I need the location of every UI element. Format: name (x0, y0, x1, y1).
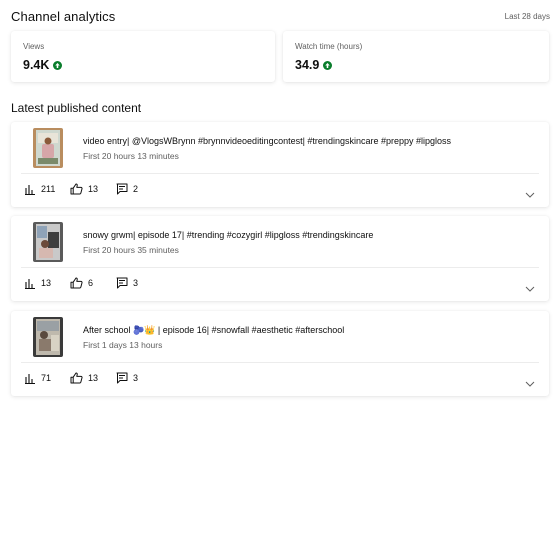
likes-metric: 13 (70, 372, 116, 384)
comment-icon (116, 183, 128, 195)
section-title: Latest published content (11, 101, 142, 115)
trend-up-icon (53, 60, 63, 70)
chevron-down-icon[interactable] (525, 279, 535, 297)
comments-metric: 3 (116, 372, 138, 384)
video-time-window: First 20 hours 13 minutes (83, 151, 179, 161)
views-value: 9.4K (23, 58, 50, 72)
video-title[interactable]: snowy grwm| episode 17| #trending #cozyg… (83, 230, 533, 241)
bar-chart-icon (25, 279, 35, 289)
likes-count: 13 (88, 373, 99, 383)
likes-count: 6 (88, 278, 94, 288)
likes-count: 13 (88, 184, 99, 194)
comments-metric: 2 (116, 183, 138, 195)
bar-chart-icon (25, 185, 35, 195)
video-title[interactable]: After school 🫐👑 | episode 16| #snowfall … (83, 325, 533, 336)
views-count: 211 (41, 184, 56, 194)
comments-count: 3 (133, 278, 139, 288)
comments-metric: 3 (116, 277, 138, 289)
video-thumbnail[interactable] (33, 317, 63, 357)
chevron-down-icon[interactable] (525, 185, 535, 203)
views-count: 13 (41, 278, 52, 288)
watch-time-label: Watch time (hours) (295, 42, 363, 51)
video-title[interactable]: video entry| @VlogsWBrynn #brynnvideoedi… (83, 136, 533, 147)
views-card[interactable]: Views 9.4K (11, 31, 275, 82)
video-time-window: First 1 days 13 hours (83, 340, 163, 350)
watch-time-value: 34.9 (295, 58, 320, 72)
views-metric: 13 (24, 277, 70, 289)
video-time-window: First 20 hours 35 minutes (83, 245, 179, 255)
trend-up-icon (323, 60, 333, 70)
views-metric: 71 (24, 372, 70, 384)
comments-count: 3 (133, 373, 139, 383)
comment-icon (116, 277, 128, 289)
views-label: Views (23, 42, 45, 51)
video-thumbnail[interactable] (33, 128, 63, 168)
divider (21, 173, 539, 174)
page-title: Channel analytics (11, 8, 116, 24)
bar-chart-icon (25, 374, 35, 384)
views-metric: 211 (24, 183, 70, 195)
analytics-header: Channel analytics Last 28 days (11, 8, 550, 24)
thumbs-up-icon (70, 277, 83, 289)
chevron-down-icon[interactable] (525, 374, 535, 392)
divider (21, 362, 539, 363)
watch-time-card[interactable]: Watch time (hours) 34.9 (283, 31, 549, 82)
views-count: 71 (41, 373, 52, 383)
video-card[interactable]: snowy grwm| episode 17| #trending #cozyg… (11, 216, 549, 301)
thumbs-up-icon (70, 183, 83, 195)
comment-icon (116, 372, 128, 384)
divider (21, 267, 539, 268)
video-card[interactable]: After school 🫐👑 | episode 16| #snowfall … (11, 311, 549, 396)
comments-count: 2 (133, 184, 139, 194)
date-range-label[interactable]: Last 28 days (505, 12, 550, 21)
video-card[interactable]: video entry| @VlogsWBrynn #brynnvideoedi… (11, 122, 549, 207)
thumbs-up-icon (70, 372, 83, 384)
video-thumbnail[interactable] (33, 222, 63, 262)
likes-metric: 6 (70, 277, 116, 289)
likes-metric: 13 (70, 183, 116, 195)
